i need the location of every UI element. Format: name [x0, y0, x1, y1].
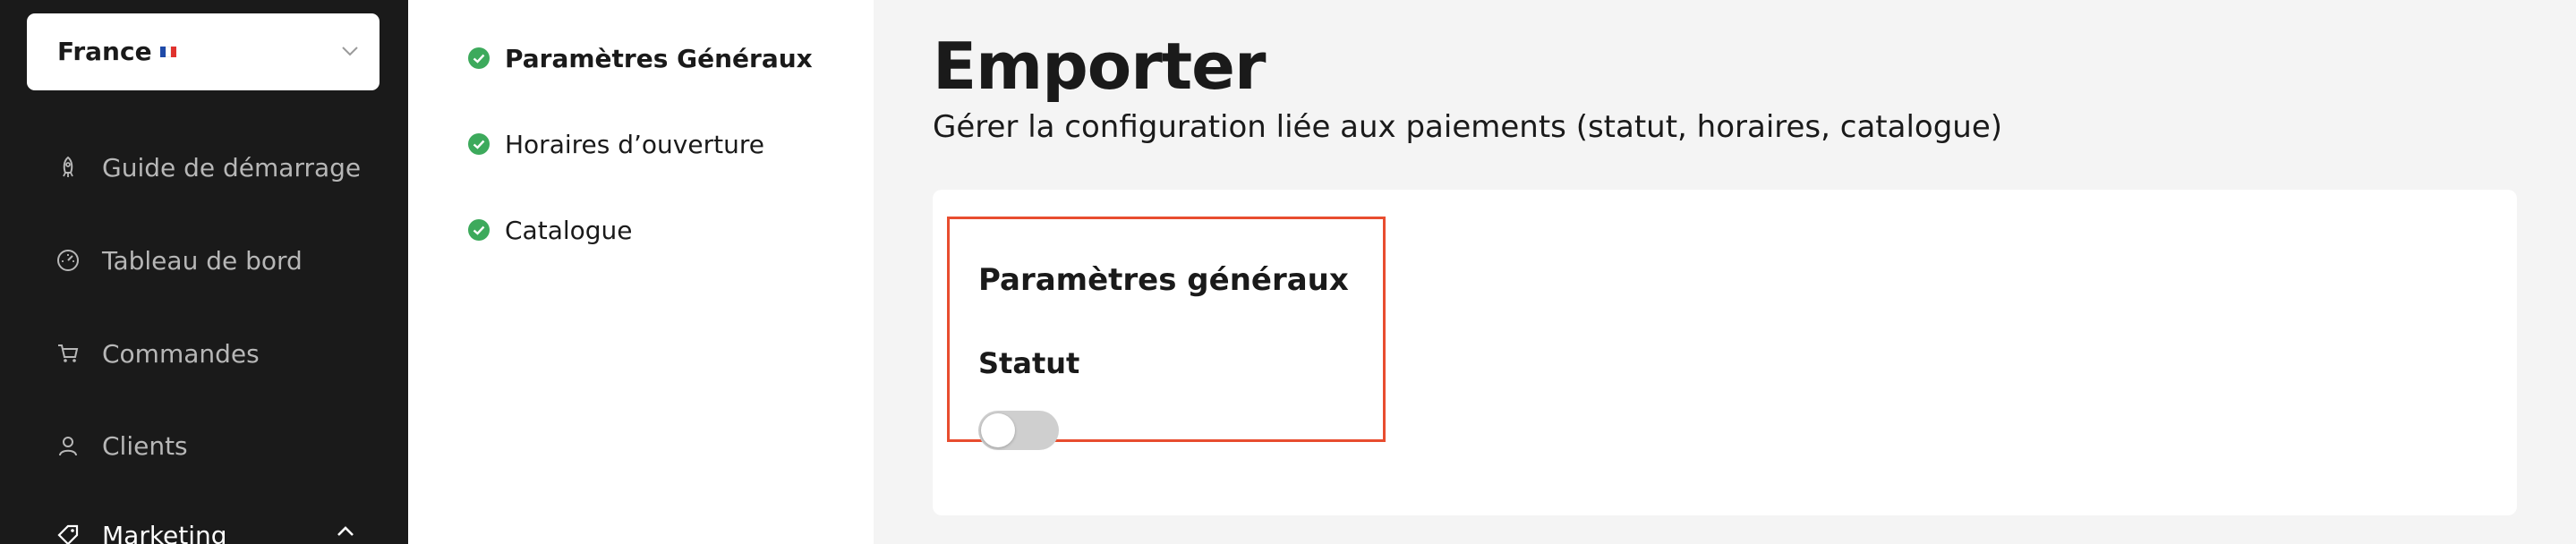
sidebar: France Guide de démarrage Tableau de bor…: [0, 0, 408, 544]
sidebar-item-marketing[interactable]: Marketing: [55, 513, 227, 544]
step-label: Catalogue: [505, 215, 633, 245]
sidebar-item-clients[interactable]: Clients: [55, 423, 188, 468]
step-label: Paramètres Généraux: [505, 43, 813, 73]
step-opening-hours[interactable]: Horaires d’ouverture: [467, 126, 764, 162]
chevron-up-icon[interactable]: [335, 521, 356, 542]
step-general-settings[interactable]: Paramètres Généraux: [467, 40, 813, 76]
user-icon: [59, 437, 77, 456]
step-label: Horaires d’ouverture: [505, 129, 764, 159]
country-select[interactable]: France: [27, 13, 380, 90]
sidebar-item-dashboard[interactable]: Tableau de bord: [55, 238, 303, 283]
page-subtitle: Gérer la configuration liée aux paiement…: [933, 109, 2003, 145]
app-root: France Guide de démarrage Tableau de bor…: [0, 0, 2576, 544]
sidebar-item-label: Clients: [102, 430, 188, 461]
status-label: Statut: [978, 346, 1080, 380]
tag-icon: [57, 524, 79, 544]
sidebar-item-label: Commandes: [102, 338, 260, 369]
check-circle-icon: [468, 219, 490, 241]
sidebar-item-label: Marketing: [102, 520, 227, 544]
dashboard-gauge-icon: [57, 250, 79, 271]
section-title: Paramètres généraux: [978, 262, 1349, 298]
rocket-icon: [63, 156, 73, 177]
check-circle-icon: [468, 47, 490, 69]
main-content: Emporter Gérer la configuration liée aux…: [874, 0, 2576, 544]
toggle-knob: [981, 413, 1015, 447]
country-label: France: [57, 37, 152, 66]
steps-panel: Paramètres Généraux Horaires d’ouverture…: [408, 0, 874, 544]
chevron-down-icon: [342, 47, 358, 56]
sidebar-item-label: Tableau de bord: [102, 245, 303, 276]
check-circle-icon: [468, 133, 490, 155]
settings-card: Paramètres généraux Statut: [933, 190, 2517, 515]
sidebar-item-label: Guide de démarrage: [102, 152, 362, 183]
status-toggle[interactable]: [978, 411, 1059, 450]
sidebar-item-orders[interactable]: Commandes: [55, 331, 260, 376]
france-flag-icon: [160, 47, 176, 57]
sidebar-item-getting-started[interactable]: Guide de démarrage: [55, 145, 361, 190]
page-title: Emporter: [933, 29, 1266, 104]
cart-icon: [58, 344, 79, 362]
highlight-box: Paramètres généraux Statut: [947, 217, 1386, 450]
step-catalogue[interactable]: Catalogue: [467, 212, 633, 248]
